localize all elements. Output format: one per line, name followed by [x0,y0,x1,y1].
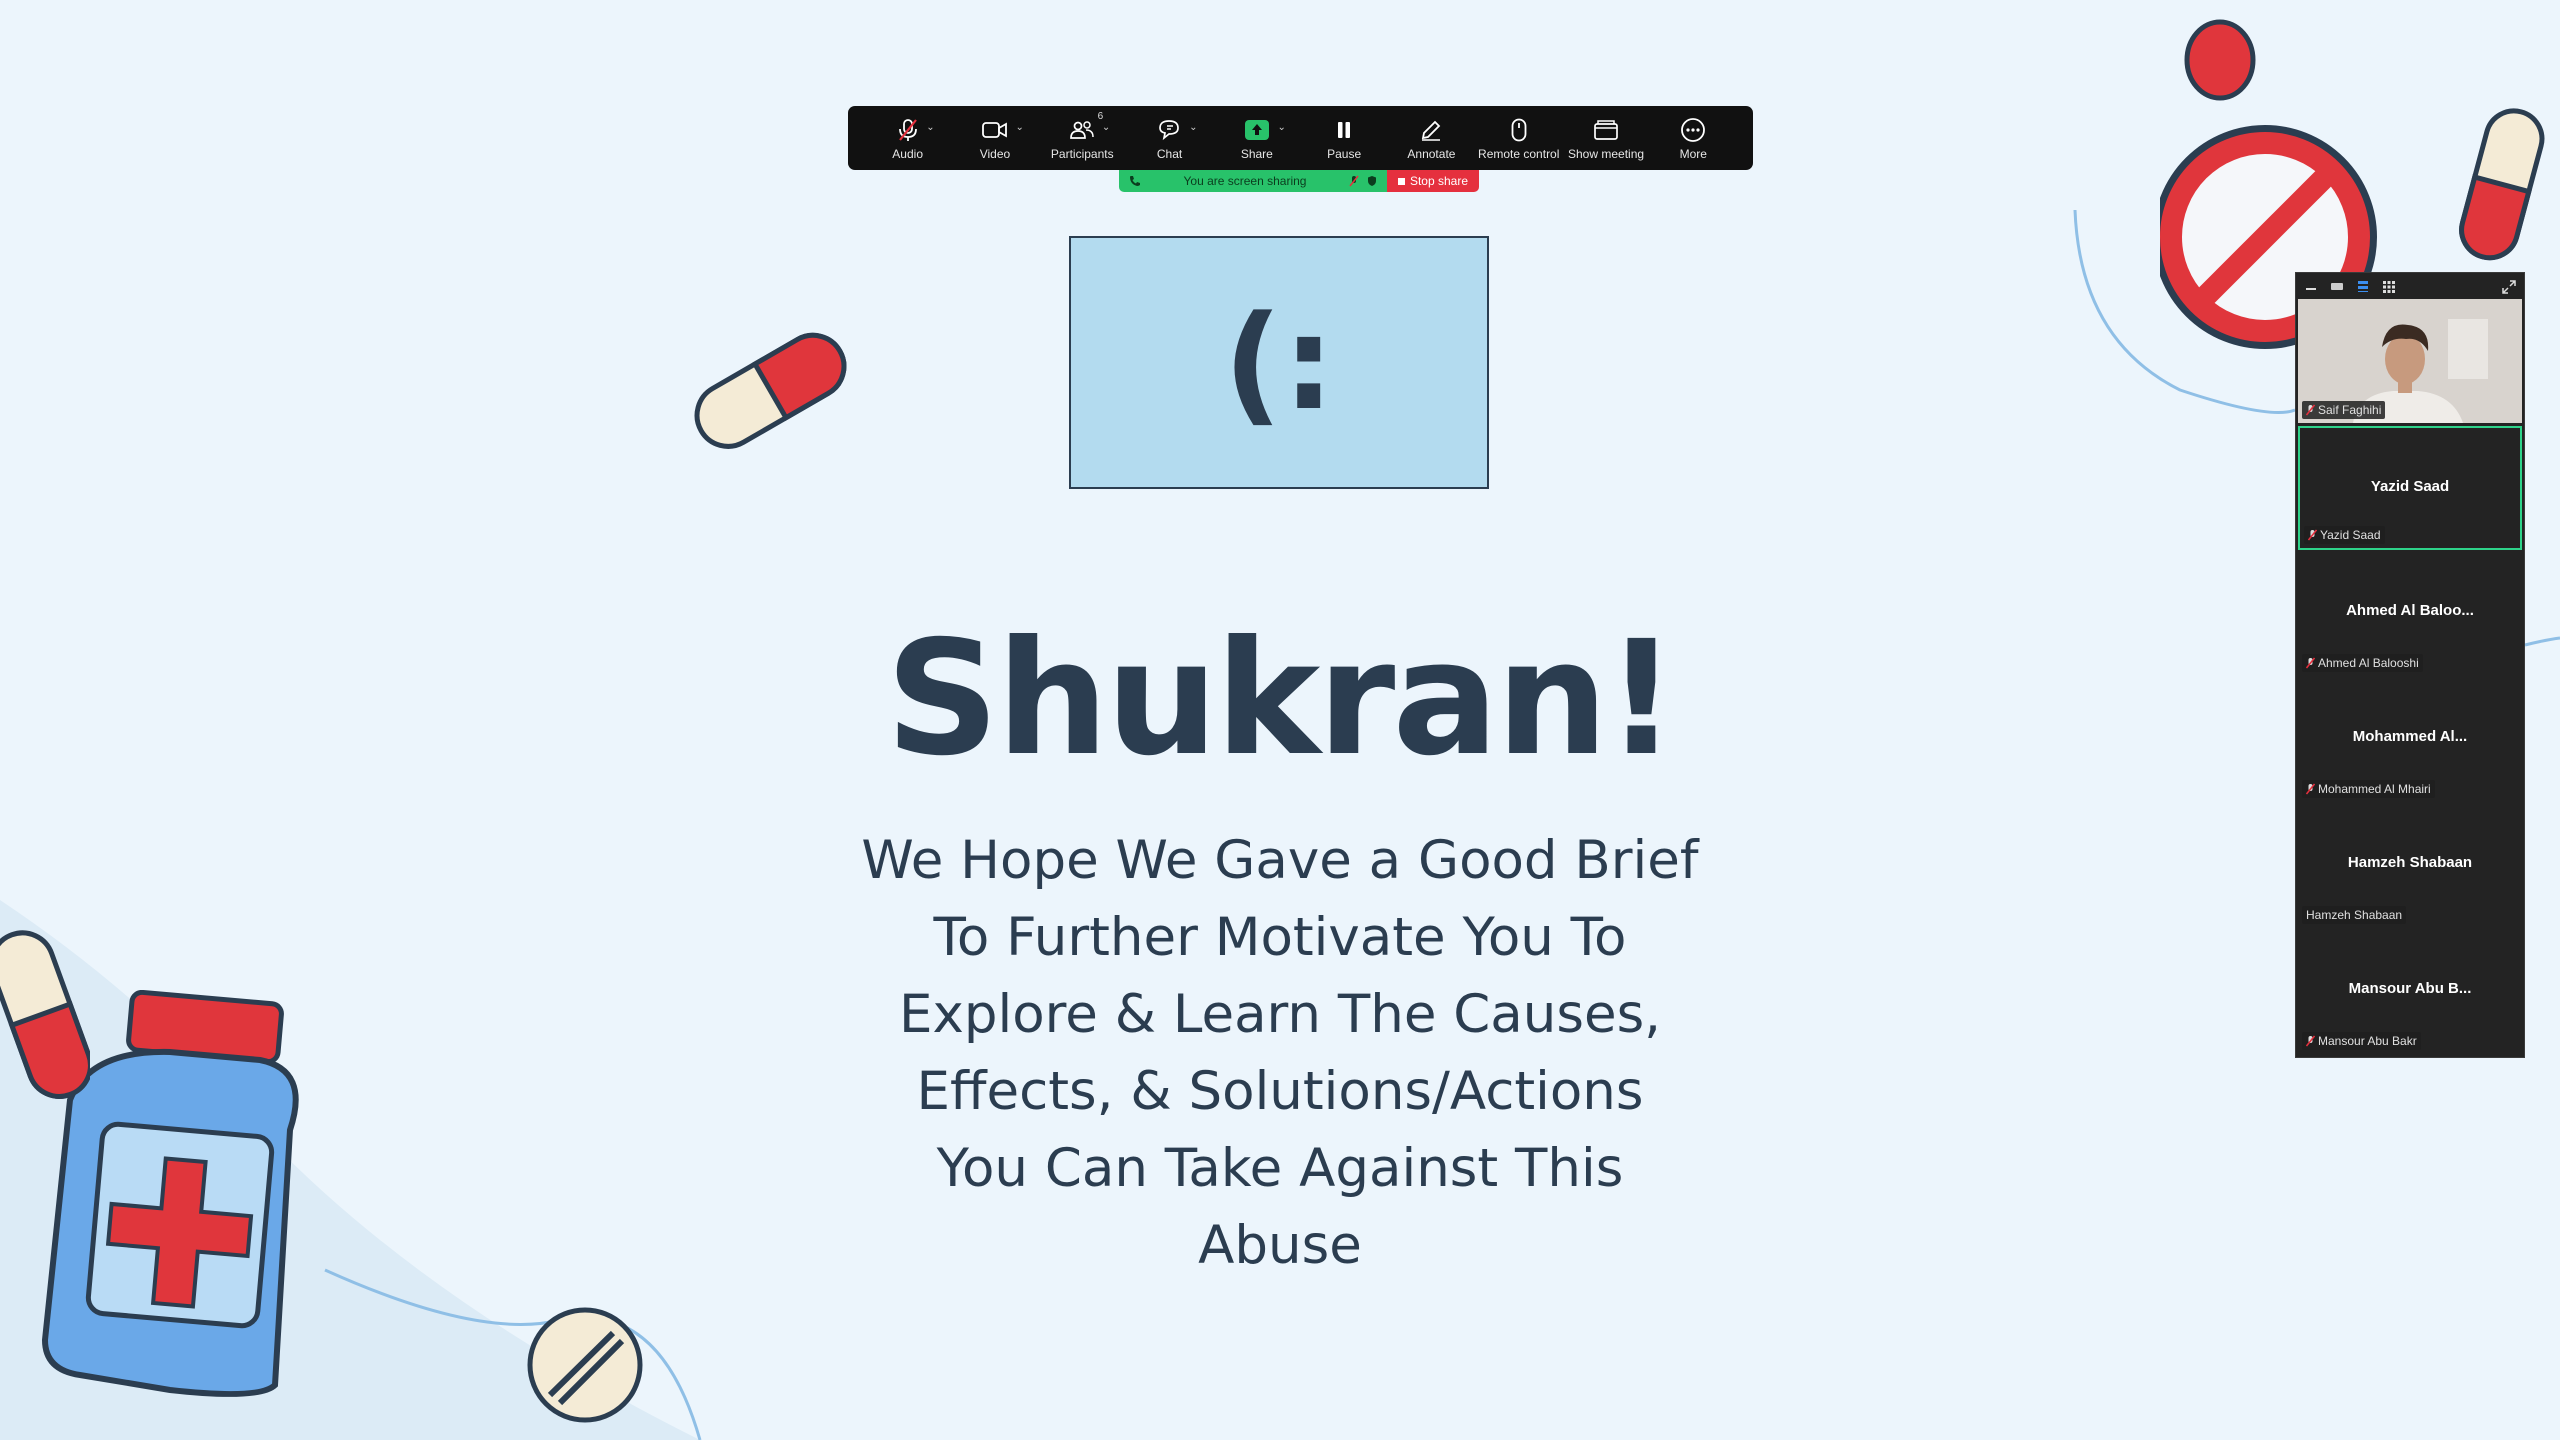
sharing-status-text: You are screen sharing [1183,174,1307,188]
participant-tile[interactable]: Saif Faghihi [2298,299,2522,423]
participant-tile[interactable]: Hamzeh Shabaan Hamzeh Shabaan [2298,804,2522,928]
remote-control-label: Remote control [1478,147,1560,161]
participant-display-name: Yazid Saad [2370,478,2450,495]
participant-display-name: Mansour Abu B... [2348,980,2472,997]
participant-count: 6 [1097,111,1104,122]
participant-name: Mohammed Al Mhairi [2318,782,2431,796]
chevron-down-icon[interactable]: ⌄ [1102,122,1110,133]
participant-name: Yazid Saad [2320,528,2381,542]
body-line: Explore & Learn The Causes, [898,984,1662,1045]
body-line: We Hope We Gave a Good Brief [861,830,1699,891]
video-camera-icon [982,122,1007,138]
participant-tile[interactable]: Ahmed Al Baloo... Ahmed Al Balooshi [2298,552,2522,676]
participant-name: Ahmed Al Balooshi [2318,656,2419,670]
shield-icon [1368,176,1376,186]
microphone-muted-icon [2306,657,2315,669]
participant-name-tag: Saif Faghihi [2302,401,2386,419]
pause-button[interactable]: Pause [1300,106,1387,170]
sharing-status[interactable]: You are screen sharing [1119,170,1387,192]
annotate-label: Annotate [1407,147,1456,161]
participants-icon [1070,121,1094,139]
pause-icon [1338,122,1351,138]
participant-name-tag: Ahmed Al Balooshi [2302,654,2423,672]
video-label: Video [979,147,1011,161]
share-button[interactable]: ⌄ Share [1213,106,1300,170]
gallery-header [2296,273,2524,299]
participant-name-tag: Mansour Abu Bakr [2302,1032,2421,1050]
show-meeting-button[interactable]: Show meeting [1562,106,1649,170]
microphone-muted-icon [2308,529,2317,541]
expand-icon[interactable] [2502,280,2516,294]
body-line: To Further Motivate You To [933,907,1627,968]
stop-icon [1397,177,1405,185]
audio-button[interactable]: ⌄ Audio [864,106,951,170]
chat-button[interactable]: ⌄ Chat [1126,106,1213,170]
participant-tile[interactable]: Mansour Abu B... Mansour Abu Bakr [2298,930,2522,1054]
pause-label: Pause [1327,147,1362,161]
participant-tile[interactable]: Yazid Saad Yazid Saad [2298,426,2522,550]
pencil-icon [1422,120,1441,141]
share-screen-icon [1244,120,1269,140]
emoticon-box: (: [1069,236,1489,489]
body-line: You Can Take Against This [936,1138,1624,1199]
participants-label: Participants [1050,147,1114,161]
participant-gallery: Saif Faghihi Yazid Saad Yazid Saad Ahmed… [2295,272,2525,1058]
emoticon-text: (: [1223,286,1335,439]
chat-icon [1158,120,1179,141]
body-line: Effects, & Solutions/Actions [916,1061,1644,1122]
microphone-muted-icon [2306,1035,2315,1047]
video-button[interactable]: ⌄ Video [951,106,1038,170]
body-line: Abuse [1198,1215,1362,1276]
chevron-down-icon[interactable]: ⌄ [1277,122,1285,133]
mouse-icon [1511,118,1527,142]
participant-name-tag: Mohammed Al Mhairi [2302,780,2435,798]
participant-name-tag: Yazid Saad [2304,526,2385,544]
phone-icon [1130,176,1140,186]
minimize-icon[interactable] [2304,280,2318,292]
capsule-pill-left-image [0,930,90,1099]
participants-button[interactable]: 6 ⌄ Participants [1039,106,1126,170]
chat-label: Chat [1156,147,1183,161]
participant-name: Hamzeh Shabaan [2306,908,2403,922]
capsule-pill-image [694,332,847,449]
participant-name: Mansour Abu Bakr [2318,1034,2417,1048]
more-icon [1681,118,1706,142]
more-label: More [1679,147,1707,161]
slide-title: Shukran! [885,607,1678,791]
microphone-muted-icon [898,119,917,141]
speaker-view-icon[interactable] [2330,280,2344,292]
stop-share-button[interactable]: Stop share [1387,170,1479,192]
participant-display-name: Ahmed Al Baloo... [2346,602,2474,619]
more-button[interactable]: More [1650,106,1737,170]
participant-name-tag: Hamzeh Shabaan [2302,906,2407,924]
microphone-muted-icon [2306,783,2315,795]
participant-tile[interactable]: Mohammed Al... Mohammed Al Mhairi [2298,678,2522,802]
chevron-down-icon[interactable]: ⌄ [926,122,934,133]
participant-display-name: Hamzeh Shabaan [2347,854,2473,871]
microphone-muted-icon [1349,175,1359,187]
screen-sharing-banner: You are screen sharing Stop share [1119,170,1479,192]
grid-view-icon[interactable] [2382,280,2396,293]
meeting-toolbar: ⌄ Audio ⌄ Video 6 ⌄ Participants ⌄ Chat … [848,106,1753,170]
participant-display-name: Mohammed Al... [2352,728,2468,745]
share-label: Share [1240,147,1273,161]
slide-body: We Hope We Gave a Good Brief To Further … [830,822,1730,1284]
chevron-down-icon[interactable]: ⌄ [1016,122,1024,133]
remote-control-button[interactable]: Remote control [1475,106,1562,170]
stop-share-label: Stop share [1409,174,1469,188]
annotate-button[interactable]: Annotate [1388,106,1475,170]
round-tablet-image [527,1307,643,1423]
strip-view-icon[interactable] [2356,280,2370,292]
participant-name: Saif Faghihi [2318,403,2382,417]
show-meeting-label: Show meeting [1568,147,1645,161]
window-icon [1594,120,1618,140]
audio-label: Audio [892,147,923,161]
chevron-down-icon[interactable]: ⌄ [1189,122,1197,133]
microphone-muted-icon [2306,404,2315,416]
